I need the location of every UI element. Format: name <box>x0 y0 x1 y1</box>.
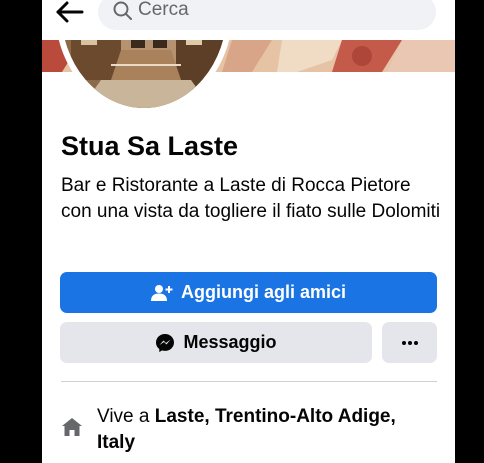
search-icon <box>113 1 132 20</box>
intro-lives-in: Vive a Laste, Trentino-Alto Adige, Italy <box>61 404 441 460</box>
messenger-icon <box>156 333 175 352</box>
right-letterbox <box>455 0 484 463</box>
left-letterbox <box>0 0 42 463</box>
back-button[interactable] <box>52 0 86 26</box>
add-friend-label: Aggiungi agli amici <box>180 282 346 302</box>
arrow-left-icon <box>56 1 84 23</box>
message-button[interactable]: Messaggio <box>60 322 372 363</box>
message-label: Messaggio <box>183 332 277 352</box>
search-input[interactable]: Cerca <box>98 0 436 30</box>
add-friend-button[interactable]: Aggiungi agli amici <box>60 272 437 313</box>
page-description: Bar e Ristorante a Laste di Rocca Pietor… <box>61 175 441 222</box>
search-placeholder: Cerca <box>138 0 189 20</box>
more-dots-icon <box>401 340 418 345</box>
more-options-button[interactable] <box>382 322 437 363</box>
page-title: Stua Sa Laste <box>61 131 239 161</box>
lives-in-prefix: Vive a <box>97 406 155 427</box>
section-divider <box>61 381 437 382</box>
lives-in-text: Vive a Laste, Trentino-Alto Adige, Italy <box>97 404 417 456</box>
add-friend-icon <box>150 284 173 301</box>
home-icon <box>62 418 82 436</box>
